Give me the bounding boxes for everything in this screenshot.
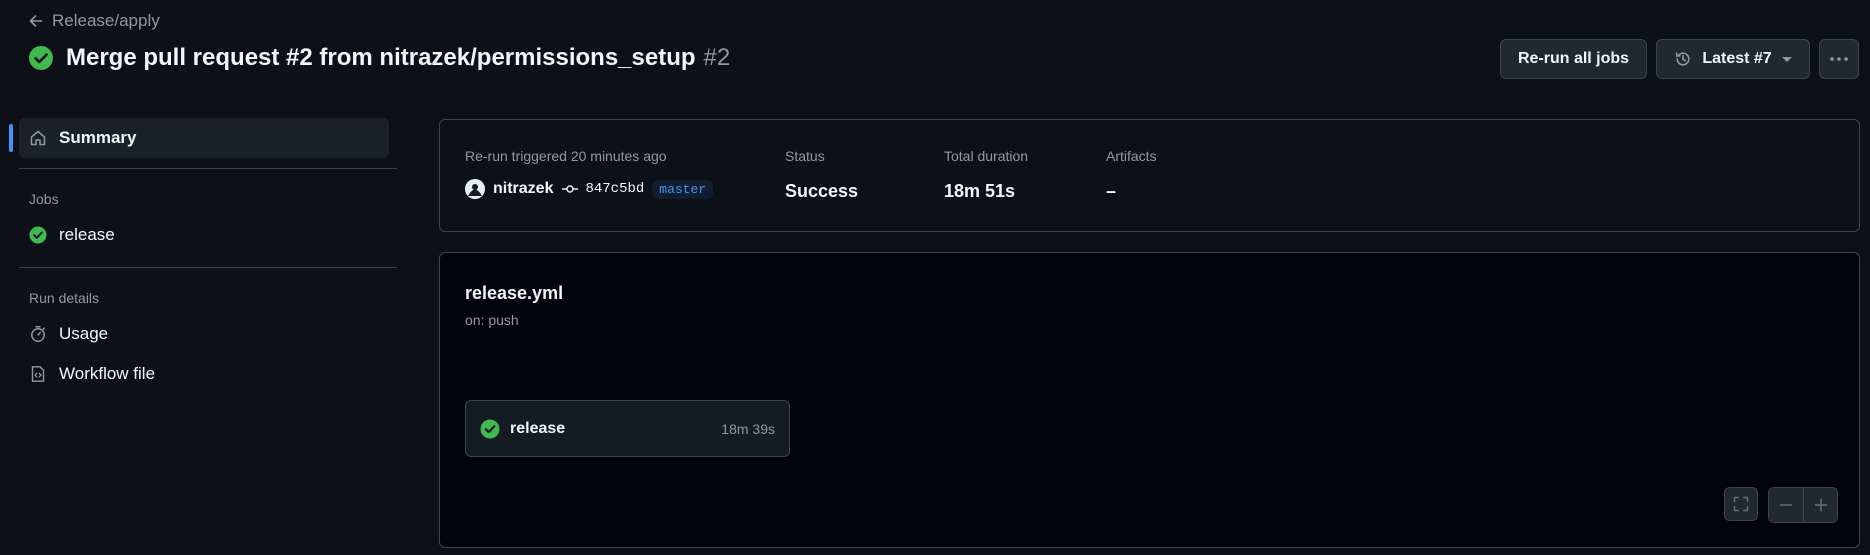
arrow-left-icon: [28, 13, 44, 29]
jobs-heading: Jobs: [29, 191, 59, 207]
page-title: Merge pull request #2 from nitrazek/perm…: [28, 44, 730, 72]
actor-link[interactable]: nitrazek: [493, 180, 553, 198]
graph-controls: [1724, 487, 1838, 523]
commit-sha: 847c5bd: [585, 181, 645, 197]
sidebar-divider: [19, 267, 397, 268]
workflow-file-name: release.yml: [465, 283, 564, 303]
job-duration: 18m 39s: [721, 420, 775, 437]
back-link[interactable]: Release/apply: [28, 11, 160, 31]
sidebar-item-label: release: [59, 225, 115, 244]
git-commit-icon: [561, 183, 579, 195]
run-title: Merge pull request #2 from nitrazek/perm…: [66, 44, 696, 71]
avatar[interactable]: [465, 179, 485, 199]
kebab-horizontal-icon: [1829, 56, 1849, 62]
workflow-trigger: on: push: [465, 312, 519, 328]
job-card-release[interactable]: release 18m 39s: [465, 400, 790, 457]
history-icon: [1674, 50, 1692, 68]
check-circle-fill-icon: [480, 419, 500, 439]
sidebar: Summary Jobs release Run details Usage W…: [9, 118, 397, 394]
more-options-button[interactable]: [1819, 39, 1859, 79]
trigger-column: Re-run triggered 20 minutes ago nitrazek…: [465, 148, 714, 199]
status-label: Status: [785, 148, 825, 164]
zoom-button-group: [1768, 487, 1838, 523]
triangle-down-icon: [1781, 56, 1792, 62]
sidebar-item-summary[interactable]: Summary: [9, 118, 389, 158]
rerun-all-jobs-button[interactable]: Re-run all jobs: [1500, 39, 1647, 79]
branch-badge[interactable]: master: [652, 179, 714, 199]
sidebar-item-label: Summary: [59, 128, 137, 147]
sidebar-item-usage[interactable]: Usage: [9, 314, 389, 354]
commit-link[interactable]: 847c5bd: [561, 181, 644, 197]
artifacts-value: –: [1106, 181, 1117, 201]
duration-value: 18m 51s: [944, 181, 1016, 201]
plus-icon: [1813, 497, 1829, 513]
run-details-heading: Run details: [29, 290, 100, 306]
sidebar-item-label: Workflow file: [59, 364, 156, 383]
artifacts-column: Artifacts –: [1106, 148, 1157, 202]
status-column: Status Success: [785, 148, 858, 202]
check-circle-fill-icon: [28, 45, 54, 71]
stopwatch-icon: [29, 325, 47, 343]
sidebar-item-job-release[interactable]: release: [9, 215, 389, 255]
rerun-all-jobs-label: Re-run all jobs: [1517, 50, 1630, 67]
screen-full-icon: [1733, 496, 1749, 512]
status-value: Success: [785, 181, 859, 201]
header-actions: Re-run all jobs Latest #7: [1500, 39, 1859, 79]
artifacts-label: Artifacts: [1106, 148, 1157, 164]
job-name: release: [510, 419, 566, 437]
run-summary-panel: Re-run triggered 20 minutes ago nitrazek…: [439, 119, 1860, 232]
duration-column: Total duration 18m 51s: [944, 148, 1028, 202]
zoom-in-button[interactable]: [1803, 488, 1837, 522]
back-link-label: Release/apply: [52, 11, 160, 30]
zoom-out-button[interactable]: [1769, 488, 1803, 522]
home-icon: [29, 129, 47, 147]
trigger-label: Re-run triggered 20 minutes ago: [465, 148, 667, 164]
sidebar-item-label: Usage: [59, 324, 109, 343]
sidebar-item-workflow-file[interactable]: Workflow file: [9, 354, 389, 394]
dash-icon: [1778, 497, 1794, 513]
sidebar-divider: [19, 168, 397, 169]
fullscreen-button[interactable]: [1724, 487, 1758, 521]
run-number: #2: [703, 44, 731, 71]
file-code-icon: [29, 365, 47, 383]
attempt-selector-label: Latest #7: [1702, 50, 1772, 67]
attempt-selector-button[interactable]: Latest #7: [1656, 39, 1810, 79]
check-circle-fill-icon: [29, 226, 47, 244]
workflow-graph-panel: release.yml on: push release 18m 39s: [439, 252, 1860, 548]
duration-label: Total duration: [944, 148, 1029, 164]
